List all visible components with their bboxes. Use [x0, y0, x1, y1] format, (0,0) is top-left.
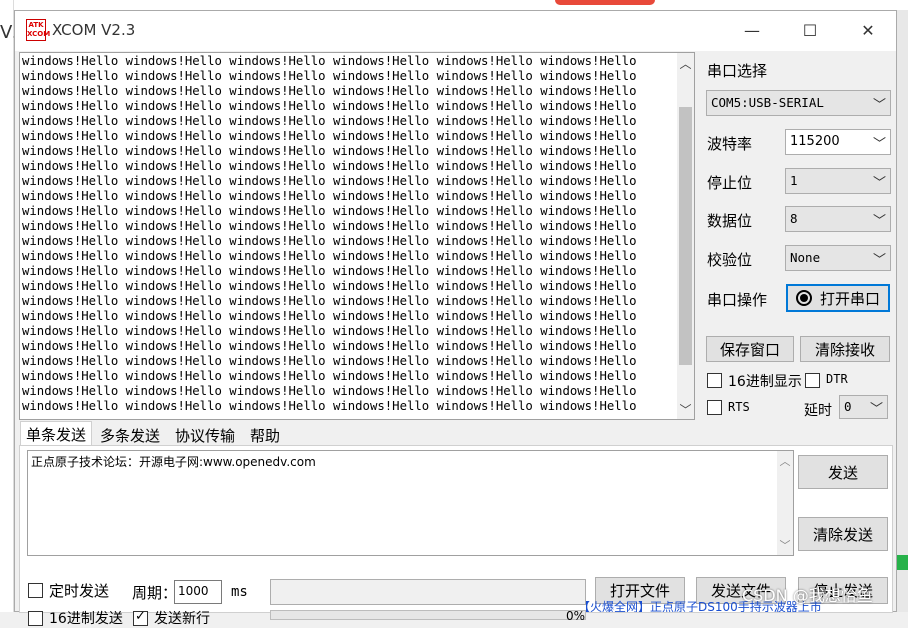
delay-value: 0 — [844, 399, 852, 414]
timed-send-checkbox[interactable] — [28, 583, 43, 598]
logo-text-bottom: XCOM — [27, 30, 51, 38]
save-window-button[interactable]: 保存窗口 — [706, 336, 794, 362]
open-port-button[interactable]: 打开串口 — [786, 284, 890, 312]
port-operation-label: 串口操作 — [707, 291, 768, 309]
close-button[interactable]: ✕ — [839, 11, 897, 49]
file-path-field[interactable] — [270, 579, 586, 605]
port-select-label: 串口选择 — [707, 62, 768, 80]
scroll-up-arrow-icon[interactable]: ︿ — [677, 55, 694, 72]
background-window-label: V5 — [0, 22, 14, 43]
send-newline-checkbox[interactable] — [133, 609, 148, 626]
hex-display-label: 16进制显示 — [728, 374, 802, 390]
hex-send-label: 16进制发送 — [49, 611, 123, 627]
receive-scrollbar[interactable]: ︿ ﹀ — [677, 53, 694, 419]
hex-display-checkbox[interactable] — [707, 373, 722, 388]
tab-multi-send[interactable]: 多条发送 — [95, 423, 166, 446]
scroll-down-arrow-icon[interactable]: ﹀ — [777, 537, 793, 553]
scroll-down-arrow-icon[interactable]: ﹀ — [677, 401, 694, 418]
port-select-combo[interactable]: COM5:USB-SERIAL ﹀ — [706, 90, 891, 116]
data-bits-combo[interactable]: 8 ﹀ — [785, 206, 891, 232]
background-green-tab — [897, 555, 908, 570]
minimize-button[interactable]: — — [723, 11, 781, 49]
baud-value: 115200 — [790, 134, 840, 149]
window-title: XCOM V2.3 — [52, 21, 136, 39]
open-port-label: 打开串口 — [819, 289, 880, 308]
tab-protocol[interactable]: 协议传输 — [170, 423, 241, 446]
stop-bits-label: 停止位 — [707, 174, 753, 192]
dtr-checkbox[interactable] — [805, 373, 820, 388]
chevron-down-icon: ﹀ — [872, 137, 886, 152]
parity-combo[interactable]: None ﹀ — [785, 245, 891, 271]
port-select-value: COM5:USB-SERIAL — [711, 95, 824, 110]
background-red-tab — [555, 0, 655, 5]
receive-text-area[interactable]: windows!Hello windows!Hello windows!Hell… — [19, 52, 695, 420]
delay-label: 延时 — [804, 403, 832, 419]
csdn-watermark: CSDN @我想恰鱼 — [742, 586, 873, 605]
period-label: 周期： — [132, 584, 178, 602]
rts-label: RTS — [728, 400, 750, 414]
send-newline-label: 发送新行 — [154, 611, 210, 627]
scrollbar-thumb[interactable] — [679, 107, 692, 365]
send-text-area[interactable]: 正点原子技术论坛：开源电子网:www.openedv.com ︿ ﹀ — [27, 450, 794, 556]
period-input[interactable]: 1000 — [174, 580, 222, 604]
xcom-window: ATK XCOM XCOM V2.3 — ☐ ✕ windows!Hello w… — [14, 10, 897, 627]
scroll-up-arrow-icon[interactable]: ︿ — [777, 453, 793, 469]
background-top-strip — [14, 0, 908, 10]
tab-help[interactable]: 帮助 — [245, 423, 286, 446]
maximize-button[interactable]: ☐ — [781, 11, 839, 49]
chevron-down-icon: ﹀ — [872, 214, 886, 229]
background-right-strip — [897, 10, 908, 612]
baud-combo[interactable]: 115200 ﹀ — [785, 129, 891, 155]
clear-send-button[interactable]: 清除发送 — [798, 517, 888, 551]
data-bits-label: 数据位 — [707, 212, 753, 230]
chevron-down-icon: ﹀ — [872, 176, 886, 191]
title-bar[interactable]: ATK XCOM XCOM V2.3 — ☐ ✕ — [15, 11, 896, 51]
atk-logo-icon: ATK XCOM — [26, 19, 50, 41]
hex-send-checkbox[interactable] — [28, 611, 43, 626]
timed-send-label: 定时发送 — [49, 582, 110, 600]
parity-value: None — [790, 250, 821, 265]
clear-receive-button[interactable]: 清除接收 — [800, 336, 890, 362]
logo-text-top: ATK — [28, 21, 44, 29]
data-bits-value: 8 — [790, 211, 798, 226]
chevron-down-icon: ﹀ — [872, 253, 886, 268]
rts-checkbox[interactable] — [707, 400, 722, 415]
baud-label: 波特率 — [707, 135, 753, 153]
parity-label: 校验位 — [707, 251, 753, 269]
receive-text: windows!Hello windows!Hello windows!Hell… — [22, 54, 637, 413]
period-unit: ms — [231, 584, 248, 600]
chevron-down-icon: ﹀ — [872, 98, 886, 113]
stop-bits-value: 1 — [790, 173, 798, 188]
stop-bits-combo[interactable]: 1 ﹀ — [785, 168, 891, 194]
power-radio-icon — [795, 290, 812, 306]
send-scrollbar[interactable]: ︿ ﹀ — [777, 451, 793, 555]
delay-combo[interactable]: 0 ﹀ — [839, 395, 888, 419]
dtr-label: DTR — [826, 372, 848, 386]
background-window-strip — [0, 0, 14, 612]
tab-single-send[interactable]: 单条发送 — [20, 421, 93, 446]
chevron-down-icon: ﹀ — [869, 402, 883, 417]
send-button[interactable]: 发送 — [798, 455, 888, 489]
send-text: 正点原子技术论坛：开源电子网:www.openedv.com — [31, 455, 316, 469]
